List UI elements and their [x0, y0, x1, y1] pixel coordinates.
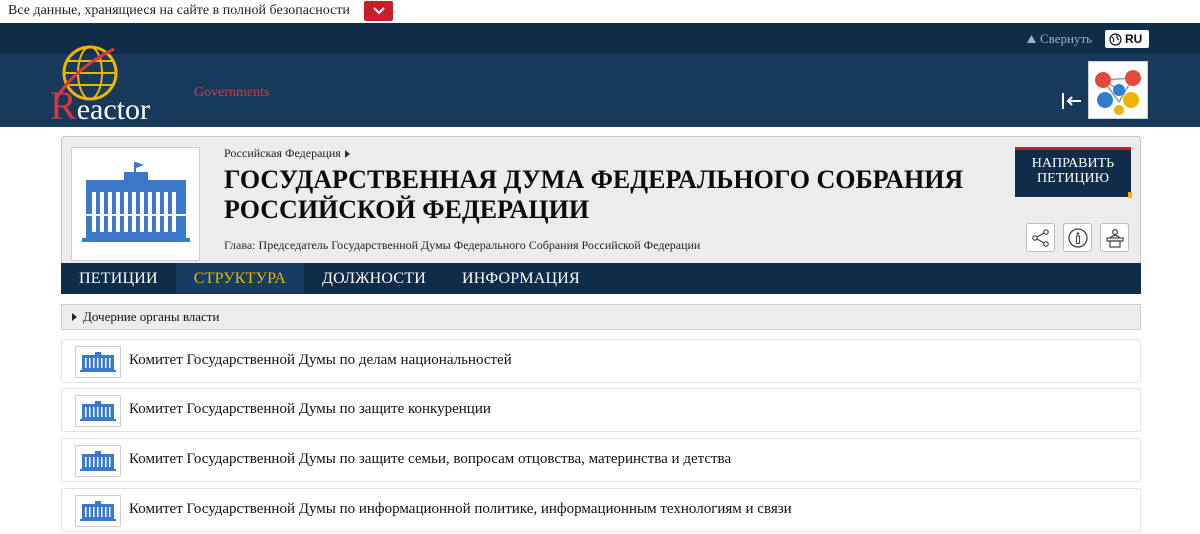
globe-icon [1109, 32, 1122, 46]
site-logo[interactable]: Governments Reactor [50, 39, 269, 126]
entity-tabs: ПЕТИЦИИ СТРУКТУРА ДОЛЖНОСТИ ИНФОРМАЦИЯ [61, 263, 1141, 294]
head-value[interactable]: Председатель Государственной Думы Федера… [259, 238, 701, 252]
chevron-down-icon [372, 7, 385, 15]
petition-corner-accent [1128, 192, 1132, 198]
user-avatar[interactable] [1088, 61, 1148, 119]
share-button[interactable] [1026, 223, 1055, 252]
committee-thumbnail [75, 495, 121, 527]
entity-head: Глава: Председатель Государственной Думы… [224, 238, 700, 253]
committee-name[interactable]: Комитет Государственной Думы по информац… [129, 501, 792, 518]
login-icon[interactable] [1061, 91, 1083, 111]
logo-subtitle: Governments [194, 85, 270, 100]
breadcrumb-item[interactable]: Российская Федерация [224, 146, 341, 161]
entity-title: ГОСУДАРСТВЕННАЯ ДУМА ФЕДЕРАЛЬНОГО СОБРАН… [224, 165, 964, 224]
podium-button[interactable] [1100, 223, 1129, 252]
logo-wordmark: Reactor [50, 86, 150, 126]
network-people-icon [1095, 70, 1141, 115]
committee-name[interactable]: Комитет Государственной Думы по защите к… [129, 401, 491, 418]
info-icon [1067, 227, 1088, 248]
logo-brand: eactor [76, 93, 150, 126]
list-item[interactable]: Комитет Государственной Думы по информац… [61, 488, 1141, 532]
committee-name[interactable]: Комитет Государственной Думы по делам на… [129, 352, 512, 369]
tab-petitions[interactable]: ПЕТИЦИИ [61, 263, 176, 294]
parliament-building-icon [80, 401, 116, 421]
child-authorities-section[interactable]: Дочерние органы власти [61, 304, 1141, 330]
info-button[interactable] [1063, 223, 1092, 252]
petition-button-label: НАПРАВИТЬ ПЕТИЦИЮ [1031, 156, 1115, 186]
section-title: Дочерние органы власти [83, 309, 220, 324]
list-item[interactable]: Комитет Государственной Думы по делам на… [61, 339, 1141, 383]
security-text: Все данные, хранящиеся на сайте в полной… [8, 3, 350, 18]
caret-right-icon [72, 313, 77, 321]
parliament-building-icon [82, 162, 190, 242]
entity-image [71, 147, 200, 261]
committee-thumbnail [75, 346, 121, 378]
language-label: RU [1125, 32, 1143, 46]
security-toggle-button[interactable] [364, 1, 393, 21]
list-item[interactable]: Комитет Государственной Думы по защите к… [61, 388, 1141, 432]
triangle-up-icon [1027, 35, 1036, 43]
committee-thumbnail [75, 445, 121, 477]
tab-information[interactable]: ИНФОРМАЦИЯ [444, 263, 598, 294]
parliament-building-icon [80, 501, 116, 521]
language-selector[interactable]: RU [1105, 30, 1149, 48]
logo-initial: R [50, 83, 77, 128]
list-item[interactable]: Комитет Государственной Думы по защите с… [61, 438, 1141, 482]
security-bar: Все данные, хранящиеся на сайте в полной… [0, 0, 1200, 23]
collapse-label: Свернуть [1040, 31, 1093, 46]
tab-structure[interactable]: СТРУКТУРА [175, 263, 304, 294]
parliament-building-icon [80, 352, 116, 372]
head-label: Глава: [224, 238, 256, 252]
caret-right-icon [344, 149, 350, 158]
tab-positions[interactable]: ДОЛЖНОСТИ [304, 263, 444, 294]
breadcrumb[interactable]: Российская Федерация [224, 146, 350, 161]
share-icon [1031, 228, 1049, 247]
podium-icon [1105, 228, 1124, 248]
site-header: Свернуть RU Governments Reactor [0, 23, 1200, 127]
parliament-building-icon [80, 451, 116, 471]
committee-name[interactable]: Комитет Государственной Думы по защите с… [129, 451, 731, 468]
committee-thumbnail [75, 395, 121, 427]
send-petition-button[interactable]: НАПРАВИТЬ ПЕТИЦИЮ [1015, 147, 1132, 198]
collapse-link[interactable]: Свернуть [1027, 31, 1092, 47]
